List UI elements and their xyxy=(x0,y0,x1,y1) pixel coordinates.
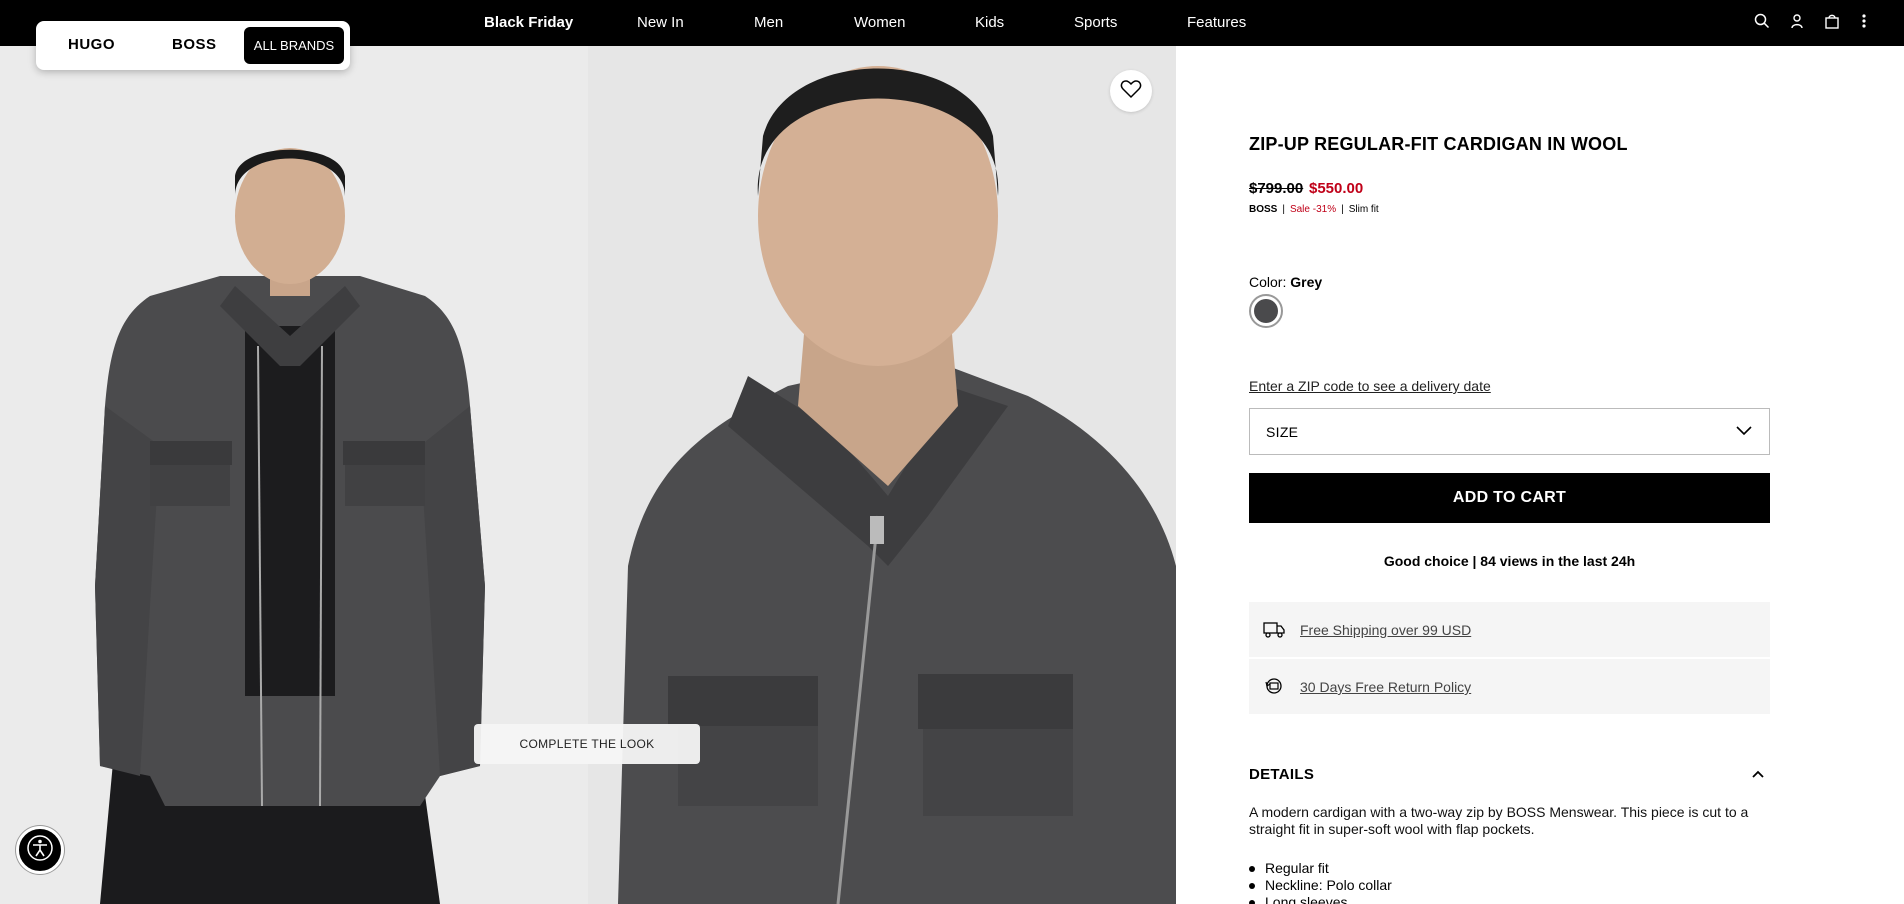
views-counter: Good choice | 84 views in the last 24h xyxy=(1383,553,1636,569)
heart-icon xyxy=(1120,79,1142,104)
product-image-closeup[interactable] xyxy=(588,46,1176,904)
perk-returns: 30 Days Free Return Policy xyxy=(1249,659,1770,714)
product-meta: BOSS | Sale -31% | Slim fit xyxy=(1249,204,1379,215)
complete-the-look-button[interactable]: COMPLETE THE LOOK xyxy=(474,724,700,764)
nav-new-in[interactable]: New In xyxy=(637,14,684,31)
nav-kids[interactable]: Kids xyxy=(975,14,1004,31)
brand-hugo[interactable]: HUGO xyxy=(68,36,115,53)
bag-icon[interactable] xyxy=(1824,13,1844,33)
accessibility-icon xyxy=(25,833,55,868)
free-shipping-link[interactable]: Free Shipping over 99 USD xyxy=(1300,622,1471,638)
nav-black-friday[interactable]: Black Friday xyxy=(484,14,573,31)
list-item: Long sleeves xyxy=(1249,894,1392,904)
wishlist-button[interactable] xyxy=(1110,70,1152,112)
return-policy-link[interactable]: 30 Days Free Return Policy xyxy=(1300,679,1471,695)
product-gallery xyxy=(0,46,1176,904)
sale-badge: Sale -31% xyxy=(1289,204,1337,215)
color-value: Grey xyxy=(1290,274,1323,290)
brand-all[interactable]: ALL BRANDS xyxy=(244,27,344,64)
more-icon[interactable] xyxy=(1856,13,1876,33)
chevron-down-icon xyxy=(1736,426,1752,436)
product-brand: BOSS xyxy=(1249,204,1278,215)
nav-men[interactable]: Men xyxy=(754,14,783,31)
list-item: Regular fit xyxy=(1249,860,1392,877)
fit-label: Slim fit xyxy=(1348,204,1379,215)
brand-boss[interactable]: BOSS xyxy=(172,36,217,53)
perk-shipping: Free Shipping over 99 USD xyxy=(1249,602,1770,657)
size-select[interactable]: SIZE xyxy=(1249,408,1770,455)
details-list: Regular fit Neckline: Polo collar Long s… xyxy=(1249,860,1392,904)
perks-list: Free Shipping over 99 USD 30 Days Free R… xyxy=(1249,602,1770,716)
zip-code-link[interactable]: Enter a ZIP code to see a delivery date xyxy=(1249,378,1491,394)
product-title: ZIP-UP REGULAR-FIT CARDIGAN IN WOOL xyxy=(1249,134,1628,154)
price-original: $799.00 xyxy=(1249,180,1304,197)
truck-icon xyxy=(1263,622,1285,638)
nav-features[interactable]: Features xyxy=(1187,14,1246,31)
color-label: Color: Grey xyxy=(1249,274,1323,290)
price-sale: $550.00 xyxy=(1309,180,1364,197)
details-heading[interactable]: DETAILS xyxy=(1249,766,1314,783)
nav-sports[interactable]: Sports xyxy=(1074,14,1117,31)
return-icon xyxy=(1265,678,1282,694)
accessibility-button[interactable] xyxy=(16,826,64,874)
brand-switcher: HUGO BOSS ALL BRANDS xyxy=(36,21,350,70)
chevron-up-icon[interactable] xyxy=(1751,768,1765,780)
search-icon[interactable] xyxy=(1754,13,1774,33)
nav-women[interactable]: Women xyxy=(854,14,905,31)
color-swatch-grey[interactable] xyxy=(1249,294,1283,328)
add-to-cart-button[interactable]: ADD TO CART xyxy=(1249,473,1770,523)
account-icon[interactable] xyxy=(1789,13,1809,33)
product-image-front[interactable] xyxy=(0,46,588,904)
size-select-label: SIZE xyxy=(1266,424,1299,440)
product-description: A modern cardigan with a two-way zip by … xyxy=(1249,804,1749,837)
list-item: Neckline: Polo collar xyxy=(1249,877,1392,894)
